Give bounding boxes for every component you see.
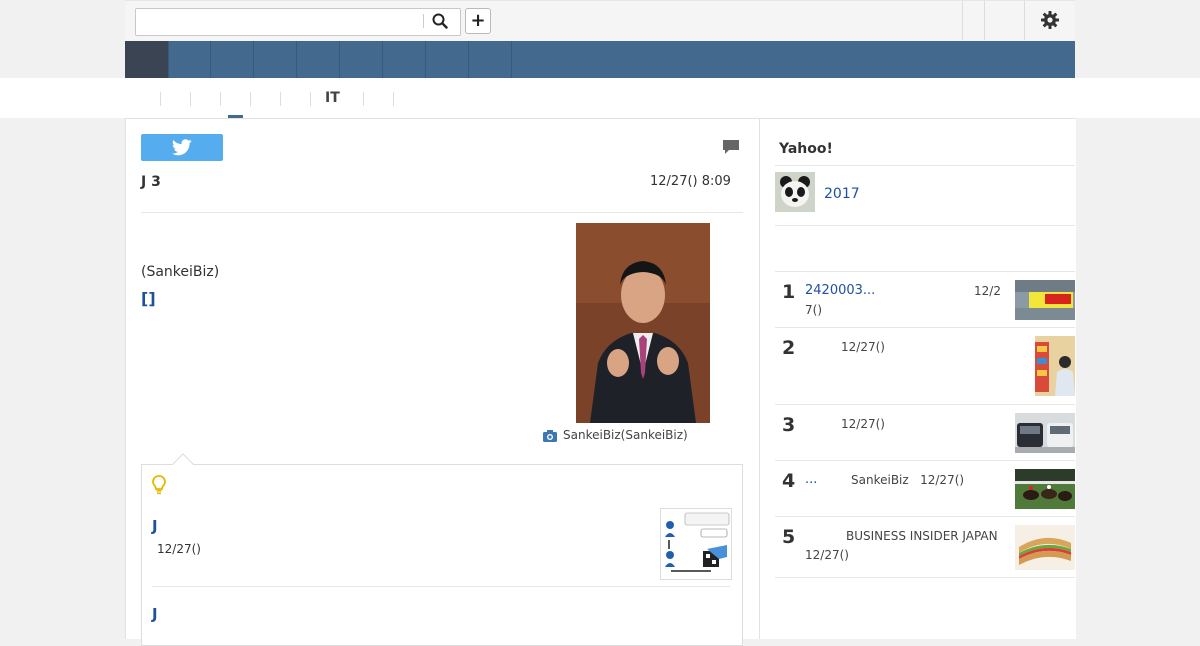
nav-tab[interactable] — [168, 41, 211, 78]
ranking-item[interactable]: 2 12/27() — [775, 328, 1075, 405]
ranking-item[interactable]: 3 12/27() — [775, 405, 1075, 461]
box-pointer — [172, 453, 194, 465]
search-button[interactable] — [428, 10, 452, 32]
ranking-date: 12/27() — [805, 548, 849, 562]
subnav-divider — [363, 92, 364, 106]
ranking-date: 12/2 — [974, 284, 1001, 298]
nav-tab[interactable] — [211, 41, 254, 78]
subnav-background — [0, 78, 1200, 118]
ranking-title: ... — [805, 472, 818, 487]
sidebar-divider — [775, 225, 1075, 226]
ranking-number: 1 — [782, 281, 796, 303]
sidebar-divider — [775, 165, 1075, 166]
ranking-item[interactable]: 4 ... SankeiBiz 12/27() — [775, 461, 1075, 517]
horse-race-image — [1015, 469, 1075, 509]
article-author[interactable]: J 3 — [141, 174, 161, 190]
article-timestamp: 12/27() 8:09 — [650, 174, 731, 189]
subnav-divider — [160, 92, 161, 106]
related-article-thumbnail[interactable] — [660, 508, 732, 580]
tweet-button[interactable] — [141, 134, 223, 161]
nav-tab[interactable] — [297, 41, 340, 78]
subnav-divider — [190, 92, 191, 106]
coin-diagram-image — [661, 509, 731, 579]
ranking-date: 7() — [805, 303, 822, 317]
subnav-divider — [250, 92, 251, 106]
subnav-divider — [220, 92, 221, 106]
nav-tab[interactable] — [254, 41, 297, 78]
related-articles-box — [141, 464, 743, 646]
search-divider — [423, 14, 424, 28]
search-input[interactable] — [135, 8, 461, 36]
ranking-thumbnail — [1015, 280, 1075, 320]
subnav-item-it[interactable]: IT — [325, 90, 340, 106]
camera-icon — [543, 430, 557, 442]
ranking-thumbnail — [1015, 469, 1075, 509]
ranking-source-date: SankeiBiz 12/27() — [851, 473, 965, 487]
ranking-date: 12/27() — [841, 417, 885, 431]
article-photo[interactable] — [576, 223, 710, 423]
search-icon — [432, 13, 448, 29]
subnav-divider — [310, 92, 311, 106]
ranking-thumbnail — [1015, 525, 1075, 570]
photo-caption: SankeiBiz(SankeiBiz) — [563, 428, 688, 442]
add-button[interactable]: + — [465, 8, 491, 34]
ranking-thumbnail — [1035, 336, 1075, 396]
top-divider — [962, 1, 963, 40]
related-divider — [152, 586, 730, 587]
category-nav — [125, 41, 1075, 78]
feature-link[interactable]: 2017 — [824, 186, 860, 202]
related-article-date: 12/27() — [157, 542, 201, 556]
ranking-number: 2 — [782, 337, 796, 359]
sandwich-image — [1015, 525, 1075, 570]
comment-button[interactable] — [722, 139, 740, 155]
parking-sign-image — [1015, 280, 1075, 320]
lightbulb-icon — [152, 475, 166, 495]
article-source: (SankeiBiz) — [141, 264, 220, 280]
article-divider — [141, 212, 743, 213]
nav-tab[interactable] — [125, 41, 169, 78]
convenience-store-image — [1035, 336, 1075, 396]
top-divider — [984, 1, 985, 40]
article-link[interactable]: [] — [141, 289, 156, 308]
ranking-title: 2420003... — [805, 283, 876, 298]
ranking-item[interactable]: 5 BUSINESS INSIDER JAPAN 12/27() — [775, 517, 1075, 578]
sidebar-heading: Yahoo! — [779, 141, 833, 157]
related-article-title[interactable]: J — [152, 605, 158, 623]
cars-image — [1015, 413, 1075, 453]
nav-tab[interactable] — [340, 41, 383, 78]
ranking-number: 3 — [782, 414, 796, 436]
nav-tab[interactable] — [426, 41, 469, 78]
related-article-title[interactable]: J — [152, 517, 158, 535]
ranking-number: 5 — [782, 526, 796, 548]
portrait-image — [576, 223, 710, 423]
ranking-source: BUSINESS INSIDER JAPAN — [846, 529, 998, 543]
ranking-thumbnail — [1015, 413, 1075, 453]
twitter-bird-icon — [172, 139, 192, 156]
ranking-item[interactable]: 1 2420003... 12/2 7() — [775, 272, 1075, 328]
nav-tab[interactable] — [469, 41, 512, 78]
subnav-divider — [393, 92, 394, 106]
nav-tab[interactable] — [383, 41, 426, 78]
comment-icon — [723, 140, 739, 154]
top-divider — [1024, 1, 1025, 40]
feature-thumbnail[interactable] — [775, 172, 815, 212]
ranking-date: 12/27() — [841, 340, 885, 354]
ranking-number: 4 — [782, 470, 796, 492]
subnav-divider — [280, 92, 281, 106]
gear-icon — [1041, 11, 1059, 29]
settings-button[interactable] — [1040, 10, 1060, 30]
panda-image — [775, 172, 815, 212]
